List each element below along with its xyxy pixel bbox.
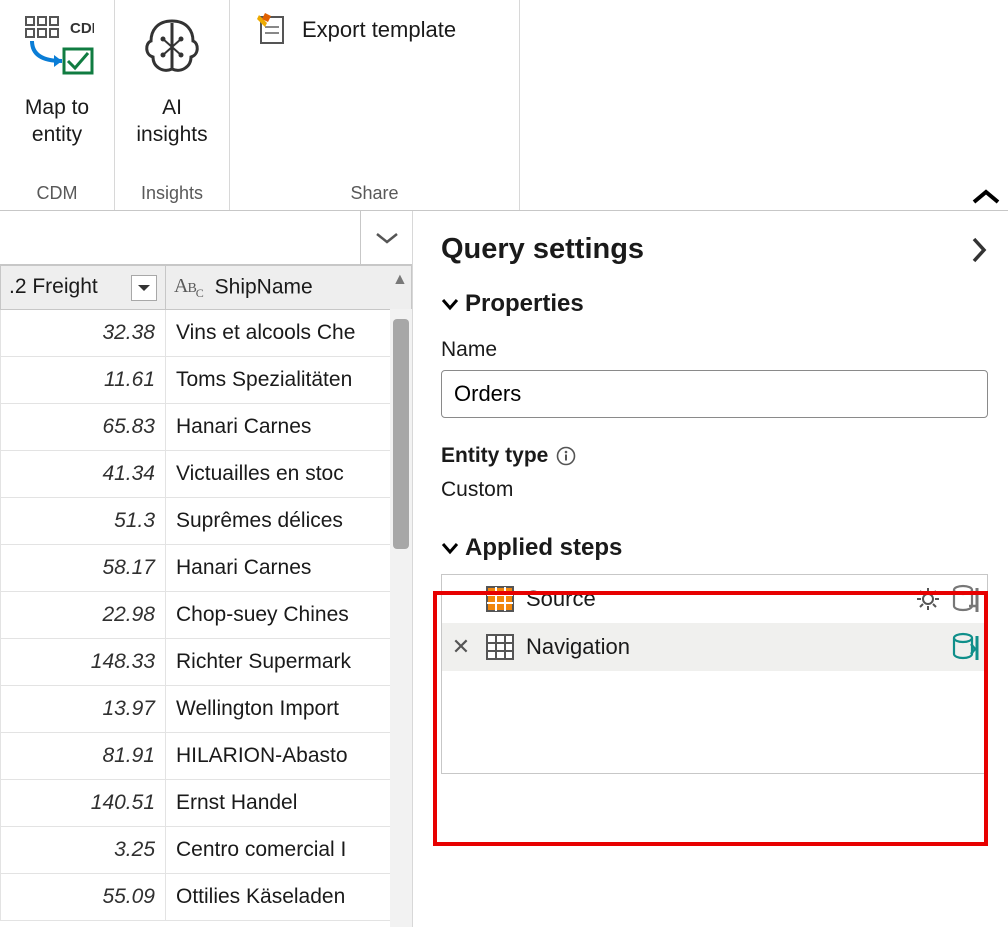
cell-freight[interactable]: 41.34 [1, 451, 166, 498]
applied-steps-section-toggle[interactable]: Applied steps [441, 534, 988, 562]
applied-step[interactable]: Source [442, 575, 987, 623]
data-pane: .2 Freight ABC ShipName 32.38Vins et alc… [0, 211, 413, 927]
ai-insights-button[interactable]: AI insights [129, 6, 215, 151]
cell-freight[interactable]: 65.83 [1, 404, 166, 451]
datasource-icon[interactable] [951, 584, 979, 614]
cell-shipname[interactable]: Suprêmes délices [166, 498, 412, 545]
ribbon-group-insights: AI insights Insights [115, 0, 230, 210]
formula-input[interactable] [0, 211, 360, 264]
formula-expand-toggle[interactable] [360, 211, 412, 264]
cell-freight[interactable]: 140.51 [1, 780, 166, 827]
applied-step-name: Navigation [526, 634, 941, 660]
cell-shipname[interactable]: Ernst Handel [166, 780, 412, 827]
applied-step-name: Source [526, 586, 905, 612]
entity-type-label: Entity type [441, 444, 548, 468]
cell-shipname[interactable]: HILARION-Abasto [166, 733, 412, 780]
vertical-scrollbar[interactable]: ▲ [390, 309, 412, 927]
ribbon-group-cdm: CDM Map to entity CDM [0, 0, 115, 210]
column-header-shipname[interactable]: ABC ShipName [166, 266, 412, 310]
cell-freight[interactable]: 81.91 [1, 733, 166, 780]
cell-freight[interactable]: 148.33 [1, 639, 166, 686]
ribbon-group-share: Export template Share [230, 0, 520, 210]
ribbon-collapse-toggle[interactable] [972, 188, 1000, 206]
cell-shipname[interactable]: Vins et alcools Che [166, 310, 412, 357]
table-row[interactable]: 32.38Vins et alcools Che [1, 310, 412, 357]
brain-icon [133, 8, 211, 88]
table-row[interactable]: 148.33Richter Supermark [1, 639, 412, 686]
table-row[interactable]: 81.91HILARION-Abasto [1, 733, 412, 780]
table-icon [484, 631, 516, 663]
ribbon-group-insights-label: Insights [141, 179, 203, 210]
table-row[interactable]: 140.51Ernst Handel [1, 780, 412, 827]
query-settings-expand[interactable] [970, 237, 988, 263]
applied-steps-list: Source ✕ Navigation [441, 574, 988, 774]
export-template-button[interactable]: Export template [244, 6, 466, 54]
info-icon[interactable] [556, 446, 576, 466]
name-field-label: Name [441, 338, 988, 362]
cell-shipname[interactable]: Wellington Import [166, 686, 412, 733]
table-row[interactable]: 3.25Centro comercial I [1, 827, 412, 874]
cell-freight[interactable]: 58.17 [1, 545, 166, 592]
column-filter-freight[interactable] [131, 275, 157, 301]
ribbon-group-cdm-label: CDM [37, 179, 78, 210]
applied-step[interactable]: ✕ Navigation [442, 623, 987, 671]
text-type-icon: ABC [174, 275, 203, 297]
query-settings-pane: Query settings Properties Name Entity ty… [413, 211, 1008, 927]
table-row[interactable]: 58.17Hanari Carnes [1, 545, 412, 592]
ribbon-group-share-label: Share [350, 179, 398, 210]
entity-type-value: Custom [441, 478, 988, 502]
cell-shipname[interactable]: Ottilies Käseladen [166, 874, 412, 921]
table-row[interactable]: 51.3Suprêmes délices [1, 498, 412, 545]
cell-shipname[interactable]: Hanari Carnes [166, 545, 412, 592]
table-row[interactable]: 11.61Toms Spezialitäten [1, 357, 412, 404]
query-name-input[interactable] [441, 370, 988, 418]
data-grid[interactable]: .2 Freight ABC ShipName 32.38Vins et alc… [0, 265, 412, 927]
column-header-freight-label: .2 Freight [9, 275, 98, 298]
cell-shipname[interactable]: Richter Supermark [166, 639, 412, 686]
map-to-entity-label: Map to entity [25, 94, 89, 149]
properties-section-toggle[interactable]: Properties [441, 290, 988, 318]
cell-shipname[interactable]: Centro comercial I [166, 827, 412, 874]
map-to-entity-button[interactable]: CDM Map to entity [14, 6, 100, 151]
cell-freight[interactable]: 22.98 [1, 592, 166, 639]
datasource-icon[interactable] [951, 632, 979, 662]
properties-header-label: Properties [465, 290, 584, 318]
export-template-icon [254, 12, 290, 48]
table-row[interactable]: 41.34Victuailles en stoc [1, 451, 412, 498]
column-header-shipname-label: ShipName [215, 275, 313, 298]
cell-shipname[interactable]: Chop-suey Chines [166, 592, 412, 639]
cell-freight[interactable]: 32.38 [1, 310, 166, 357]
cell-freight[interactable]: 3.25 [1, 827, 166, 874]
table-row[interactable]: 13.97Wellington Import [1, 686, 412, 733]
main-area: .2 Freight ABC ShipName 32.38Vins et alc… [0, 211, 1008, 927]
cell-freight[interactable]: 13.97 [1, 686, 166, 733]
query-settings-title: Query settings [441, 233, 644, 266]
table-row[interactable]: 65.83Hanari Carnes [1, 404, 412, 451]
ribbon: CDM Map to entity CDM [0, 0, 1008, 211]
column-header-freight[interactable]: .2 Freight [1, 266, 166, 310]
scrollbar-thumb[interactable] [393, 319, 409, 549]
cell-shipname[interactable]: Toms Spezialitäten [166, 357, 412, 404]
export-template-label: Export template [302, 17, 456, 43]
table-orange-icon [484, 583, 516, 615]
cell-shipname[interactable]: Hanari Carnes [166, 404, 412, 451]
cell-freight[interactable]: 11.61 [1, 357, 166, 404]
cell-freight[interactable]: 51.3 [1, 498, 166, 545]
ai-insights-label: AI insights [136, 94, 207, 149]
cell-freight[interactable]: 55.09 [1, 874, 166, 921]
delete-step-icon[interactable]: ✕ [448, 634, 474, 660]
table-row[interactable]: 55.09Ottilies Käseladen [1, 874, 412, 921]
svg-text:CDM: CDM [70, 20, 94, 37]
applied-steps-header-label: Applied steps [465, 534, 622, 562]
gear-icon[interactable] [915, 586, 941, 612]
map-to-entity-icon: CDM [18, 8, 96, 88]
formula-bar [0, 211, 412, 265]
scroll-up-icon[interactable]: ▲ [392, 271, 408, 289]
cell-shipname[interactable]: Victuailles en stoc [166, 451, 412, 498]
table-row[interactable]: 22.98Chop-suey Chines [1, 592, 412, 639]
